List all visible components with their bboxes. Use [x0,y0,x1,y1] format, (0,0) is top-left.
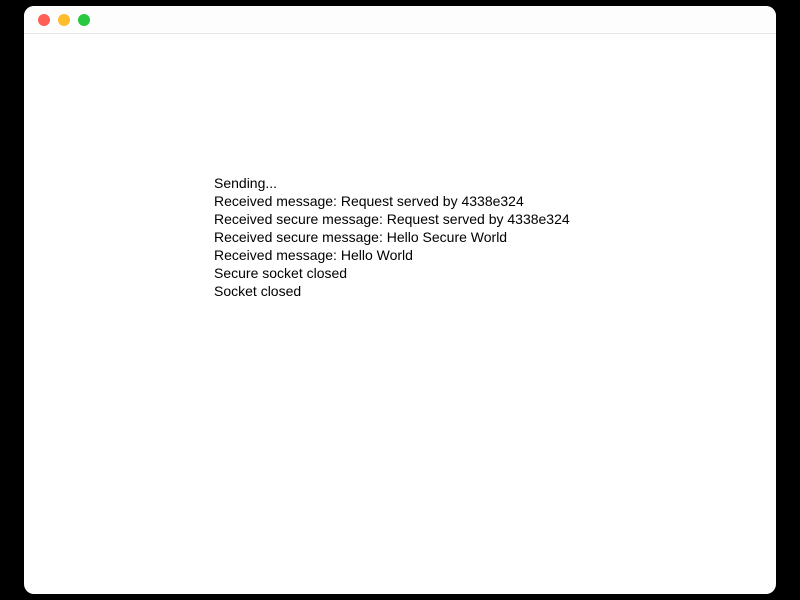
log-line: Received message: Request served by 4338… [214,192,570,210]
maximize-icon[interactable] [78,14,90,26]
log-line: Received secure message: Hello Secure Wo… [214,228,570,246]
log-line: Sending... [214,174,570,192]
log-line: Received secure message: Request served … [214,210,570,228]
app-window: Sending... Received message: Request ser… [24,6,776,594]
close-icon[interactable] [38,14,50,26]
log-line: Socket closed [214,282,570,300]
content-area: Sending... Received message: Request ser… [24,34,776,594]
minimize-icon[interactable] [58,14,70,26]
log-line: Received message: Hello World [214,246,570,264]
titlebar [24,6,776,34]
log-line: Secure socket closed [214,264,570,282]
log-output: Sending... Received message: Request ser… [214,174,570,300]
